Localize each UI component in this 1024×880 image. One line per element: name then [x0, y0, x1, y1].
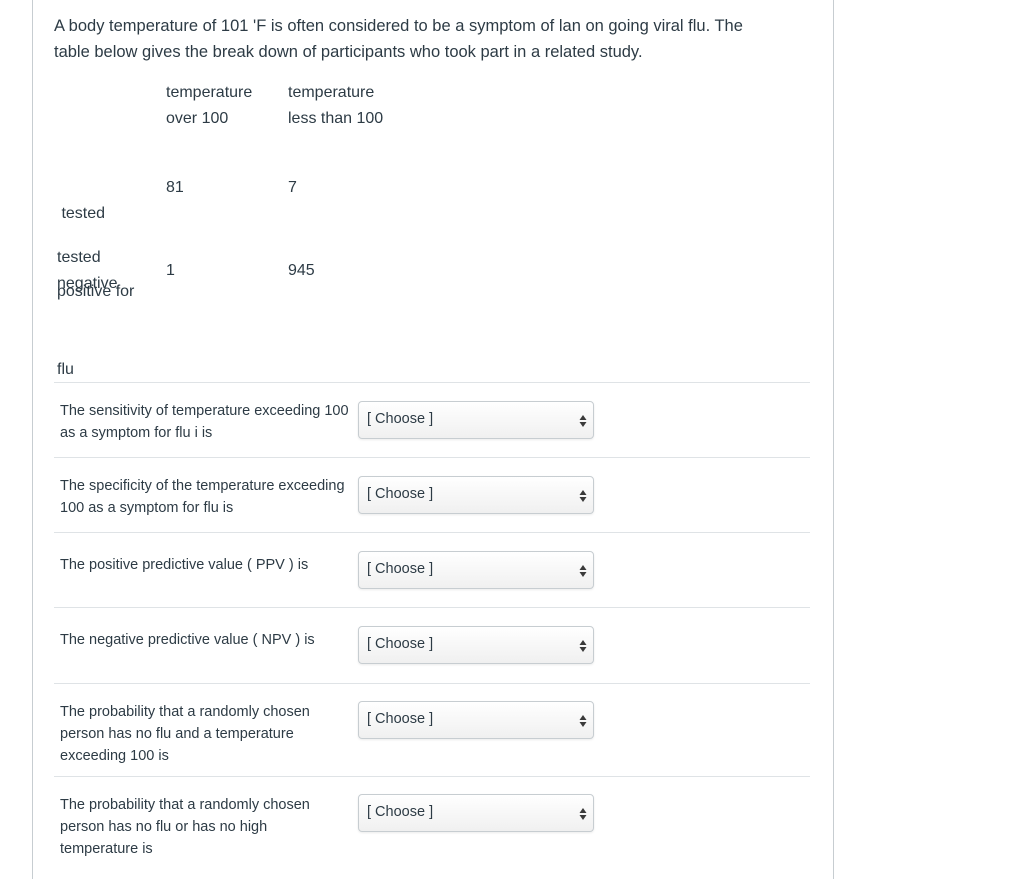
- select-value: [ Choose ]: [367, 711, 434, 727]
- row-label-tested-negative: tested negative: [57, 249, 118, 292]
- select-value: [ Choose ]: [367, 411, 434, 427]
- intro-line-2: table below gives the break down of part…: [54, 43, 643, 61]
- answer-select[interactable]: [ Choose ]: [358, 476, 594, 514]
- answer-select[interactable]: [ Choose ]: [358, 626, 594, 664]
- select-value: [ Choose ]: [367, 486, 434, 502]
- up-down-arrows-icon: [579, 640, 587, 652]
- question-text: The specificity of the temperature excee…: [60, 478, 345, 516]
- question-row: The sensitivity of temperature exceeding…: [54, 382, 810, 458]
- answer-select[interactable]: [ Choose ]: [358, 794, 594, 832]
- question-row: The specificity of the temperature excee…: [54, 457, 810, 533]
- cell-positive-over-100: 81: [166, 179, 184, 196]
- question-text: The positive predictive value ( PPV ) is: [60, 557, 309, 573]
- answer-select[interactable]: [ Choose ]: [358, 401, 594, 439]
- cell-negative-less-100: 945: [288, 262, 315, 279]
- intro-line-1: A body temperature of 101 'F is often co…: [54, 17, 743, 35]
- answer-select[interactable]: [ Choose ]: [358, 551, 594, 589]
- select-value: [ Choose ]: [367, 804, 434, 820]
- question-row: The probability that a randomly chosen p…: [54, 683, 810, 777]
- cell-negative-over-100: 1: [166, 262, 175, 279]
- question-row: The negative predictive value ( NPV ) is…: [54, 607, 810, 683]
- col-header-temp-less-100: temperature less than 100: [288, 84, 384, 127]
- up-down-arrows-icon: [579, 808, 587, 820]
- up-down-arrows-icon: [579, 415, 587, 427]
- up-down-arrows-icon: [579, 490, 587, 502]
- select-value: [ Choose ]: [367, 636, 434, 652]
- question-text: The sensitivity of temperature exceeding…: [60, 403, 349, 441]
- answer-select[interactable]: [ Choose ]: [358, 701, 594, 739]
- question-row: The positive predictive value ( PPV ) is…: [54, 532, 810, 608]
- question-intro: A body temperature of 101 'F is often co…: [54, 13, 814, 65]
- question-text: The negative predictive value ( NPV ) is: [60, 632, 315, 648]
- cell-positive-less-100: 7: [288, 179, 297, 196]
- question-row: The probability that a randomly chosen p…: [54, 776, 810, 880]
- select-value: [ Choose ]: [367, 561, 434, 577]
- col-header-temp-over-100: temperature over 100: [166, 84, 253, 127]
- up-down-arrows-icon: [579, 565, 587, 577]
- up-down-arrows-icon: [579, 715, 587, 727]
- question-text: The probability that a randomly chosen p…: [60, 797, 310, 857]
- question-text: The probability that a randomly chosen p…: [60, 704, 310, 764]
